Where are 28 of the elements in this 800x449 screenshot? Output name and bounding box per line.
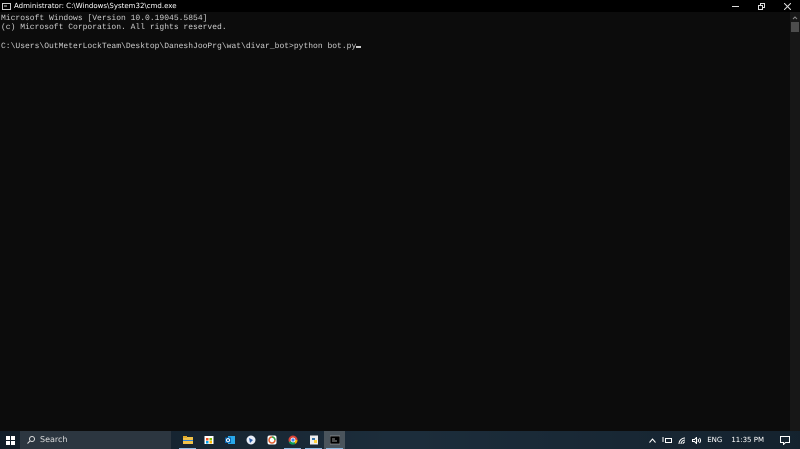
running-indicator xyxy=(179,448,196,449)
chevron-icon[interactable] xyxy=(649,438,656,442)
mail-icon xyxy=(224,435,234,445)
console-line: (c) Microsoft Corporation. All rights reserved. xyxy=(1,23,227,32)
running-indicator xyxy=(305,448,322,449)
console-line: Microsoft Windows [Version 10.0.19045.5854] xyxy=(1,14,208,23)
taskbar-app-button[interactable] xyxy=(324,431,345,449)
windows-icon xyxy=(6,436,14,444)
photos-icon xyxy=(266,435,276,445)
wifi-icon[interactable] xyxy=(678,436,686,444)
scrollbar[interactable] xyxy=(790,12,800,431)
store-icon xyxy=(204,435,214,445)
scrollbar-thumb[interactable] xyxy=(791,22,799,32)
close-icon xyxy=(784,2,790,10)
volume-icon[interactable] xyxy=(692,436,702,444)
restore-icon xyxy=(758,2,764,10)
scroll-up-icon[interactable] xyxy=(792,15,798,21)
running-indicator xyxy=(326,448,343,449)
browser-icon xyxy=(288,435,298,445)
command-line: C:\Users\OutMeterLockTeam\Desktop\DaneshJooPrg\wat\divar_bot>python bot.py xyxy=(1,42,356,51)
battery-icon[interactable] xyxy=(662,437,672,443)
search-icon xyxy=(27,436,35,444)
folder-icon xyxy=(182,435,192,445)
search-field[interactable]: Search xyxy=(20,431,171,449)
notification-icon[interactable] xyxy=(780,436,790,444)
terminal-icon xyxy=(330,435,340,445)
python-file-icon xyxy=(308,435,318,445)
running-indicator xyxy=(284,448,301,449)
